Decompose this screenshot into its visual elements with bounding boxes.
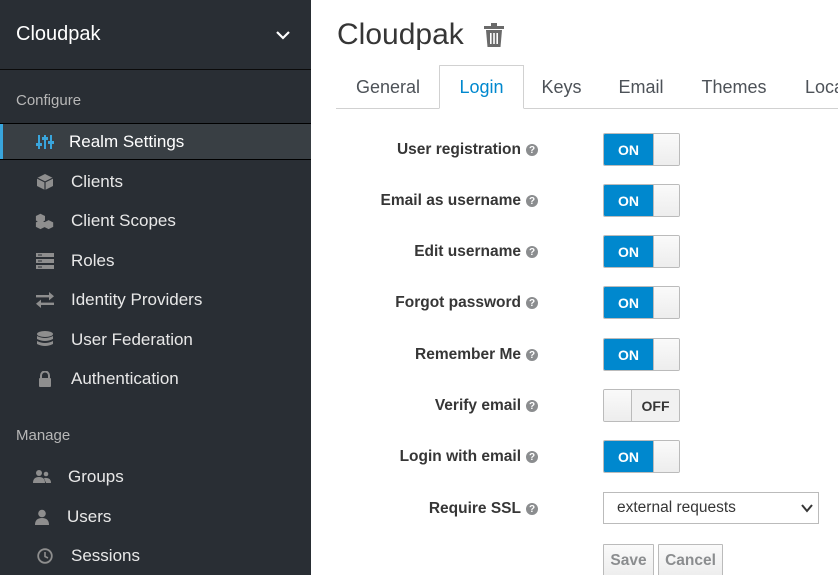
tab-email[interactable]: Email — [599, 65, 683, 109]
help-icon[interactable]: ? — [526, 195, 538, 207]
clock-icon — [35, 547, 55, 565]
setting-remember-me: Remember Me? ON — [311, 338, 838, 372]
forgot-password-toggle[interactable]: ON — [603, 286, 680, 319]
save-button[interactable]: Save — [603, 544, 654, 575]
edit-username-toggle[interactable]: ON — [603, 235, 680, 268]
sidebar-item-label: Client Scopes — [71, 210, 176, 230]
setting-user-registration: User registration? ON — [311, 133, 838, 167]
help-icon[interactable]: ? — [526, 400, 538, 412]
setting-label: Verify email? — [435, 389, 538, 423]
help-icon[interactable]: ? — [526, 451, 538, 463]
tab-general[interactable]: General — [336, 65, 440, 109]
sidebar-item-label: Authentication — [71, 368, 179, 388]
setting-label: Login with email? — [400, 440, 538, 474]
exchange-icon — [35, 291, 55, 309]
roles-list-icon — [35, 252, 55, 270]
setting-label: Require SSL? — [429, 492, 538, 526]
setting-require-ssl: Require SSL? external requests — [311, 492, 838, 526]
trash-icon[interactable] — [483, 23, 504, 47]
verify-email-toggle[interactable]: OFF — [603, 389, 680, 422]
main-content: Cloudpak General Login Keys Email Themes… — [311, 0, 838, 575]
cube-icon — [35, 173, 55, 191]
realm-selector[interactable]: Cloudpak — [0, 0, 311, 70]
remember-me-toggle[interactable]: ON — [603, 338, 680, 371]
sidebar-item-client-scopes[interactable]: Client Scopes — [0, 202, 311, 239]
setting-label: User registration? — [397, 133, 538, 167]
sidebar-item-realm-settings[interactable]: Realm Settings — [0, 123, 311, 160]
sidebar-item-label: Sessions — [71, 545, 140, 565]
setting-label: Edit username? — [414, 235, 538, 269]
sidebar-item-roles[interactable]: Roles — [0, 242, 311, 279]
sidebar-item-label: Users — [67, 506, 112, 526]
section-title-manage: Manage — [16, 427, 71, 444]
lock-icon — [35, 370, 55, 388]
sidebar-item-users[interactable]: Users — [0, 498, 311, 535]
require-ssl-select[interactable]: external requests — [603, 492, 819, 524]
chevron-down-icon — [276, 30, 290, 40]
help-icon[interactable]: ? — [526, 503, 538, 515]
help-icon[interactable]: ? — [526, 349, 538, 361]
setting-edit-username: Edit username? ON — [311, 235, 838, 269]
sidebar-item-authentication[interactable]: Authentication — [0, 360, 311, 397]
tab-localization[interactable]: Loca — [785, 65, 838, 109]
section-title-configure: Configure — [16, 92, 82, 109]
sidebar-item-label: Identity Providers — [71, 289, 203, 309]
page-header: Cloudpak — [337, 18, 504, 52]
email-as-username-toggle[interactable]: ON — [603, 184, 680, 217]
sidebar-item-groups[interactable]: Groups — [0, 458, 311, 495]
sliders-icon — [35, 133, 55, 151]
sidebar-item-label: Groups — [68, 466, 124, 486]
setting-email-as-username: Email as username? ON — [311, 184, 838, 218]
setting-login-with-email: Login with email? ON — [311, 440, 838, 474]
setting-label: Email as username? — [381, 184, 538, 218]
tabs: General Login Keys Email Themes Loca — [336, 65, 838, 109]
chevron-down-icon — [801, 504, 813, 513]
tab-login[interactable]: Login — [439, 65, 524, 109]
sidebar-item-label: User Federation — [71, 329, 193, 349]
help-icon[interactable]: ? — [526, 246, 538, 258]
page-title: Cloudpak — [337, 18, 464, 51]
setting-label: Forgot password? — [395, 286, 538, 320]
tab-keys[interactable]: Keys — [524, 65, 599, 109]
user-icon — [32, 508, 52, 526]
user-registration-toggle[interactable]: ON — [603, 133, 680, 166]
help-icon[interactable]: ? — [526, 144, 538, 156]
login-with-email-toggle[interactable]: ON — [603, 440, 680, 473]
sidebar-item-label: Roles — [71, 250, 115, 270]
setting-label: Remember Me? — [415, 338, 538, 372]
realm-name: Cloudpak — [16, 23, 101, 45]
sidebar-item-identity-providers[interactable]: Identity Providers — [0, 281, 311, 318]
sidebar-item-clients[interactable]: Clients — [0, 163, 311, 200]
users-group-icon — [32, 468, 52, 486]
cancel-button[interactable]: Cancel — [658, 544, 723, 575]
sidebar-item-sessions[interactable]: Sessions — [0, 537, 311, 574]
sidebar-item-label: Clients — [71, 171, 123, 191]
sidebar-item-label: Realm Settings — [69, 131, 185, 151]
setting-forgot-password: Forgot password? ON — [311, 286, 838, 320]
sidebar-item-user-federation[interactable]: User Federation — [0, 321, 311, 358]
setting-verify-email: Verify email? OFF — [311, 389, 838, 423]
cubes-icon — [35, 212, 55, 230]
sidebar: Cloudpak Configure Realm Settings Client… — [0, 0, 311, 575]
help-icon[interactable]: ? — [526, 297, 538, 309]
tab-themes[interactable]: Themes — [683, 65, 785, 109]
database-icon — [35, 330, 55, 349]
